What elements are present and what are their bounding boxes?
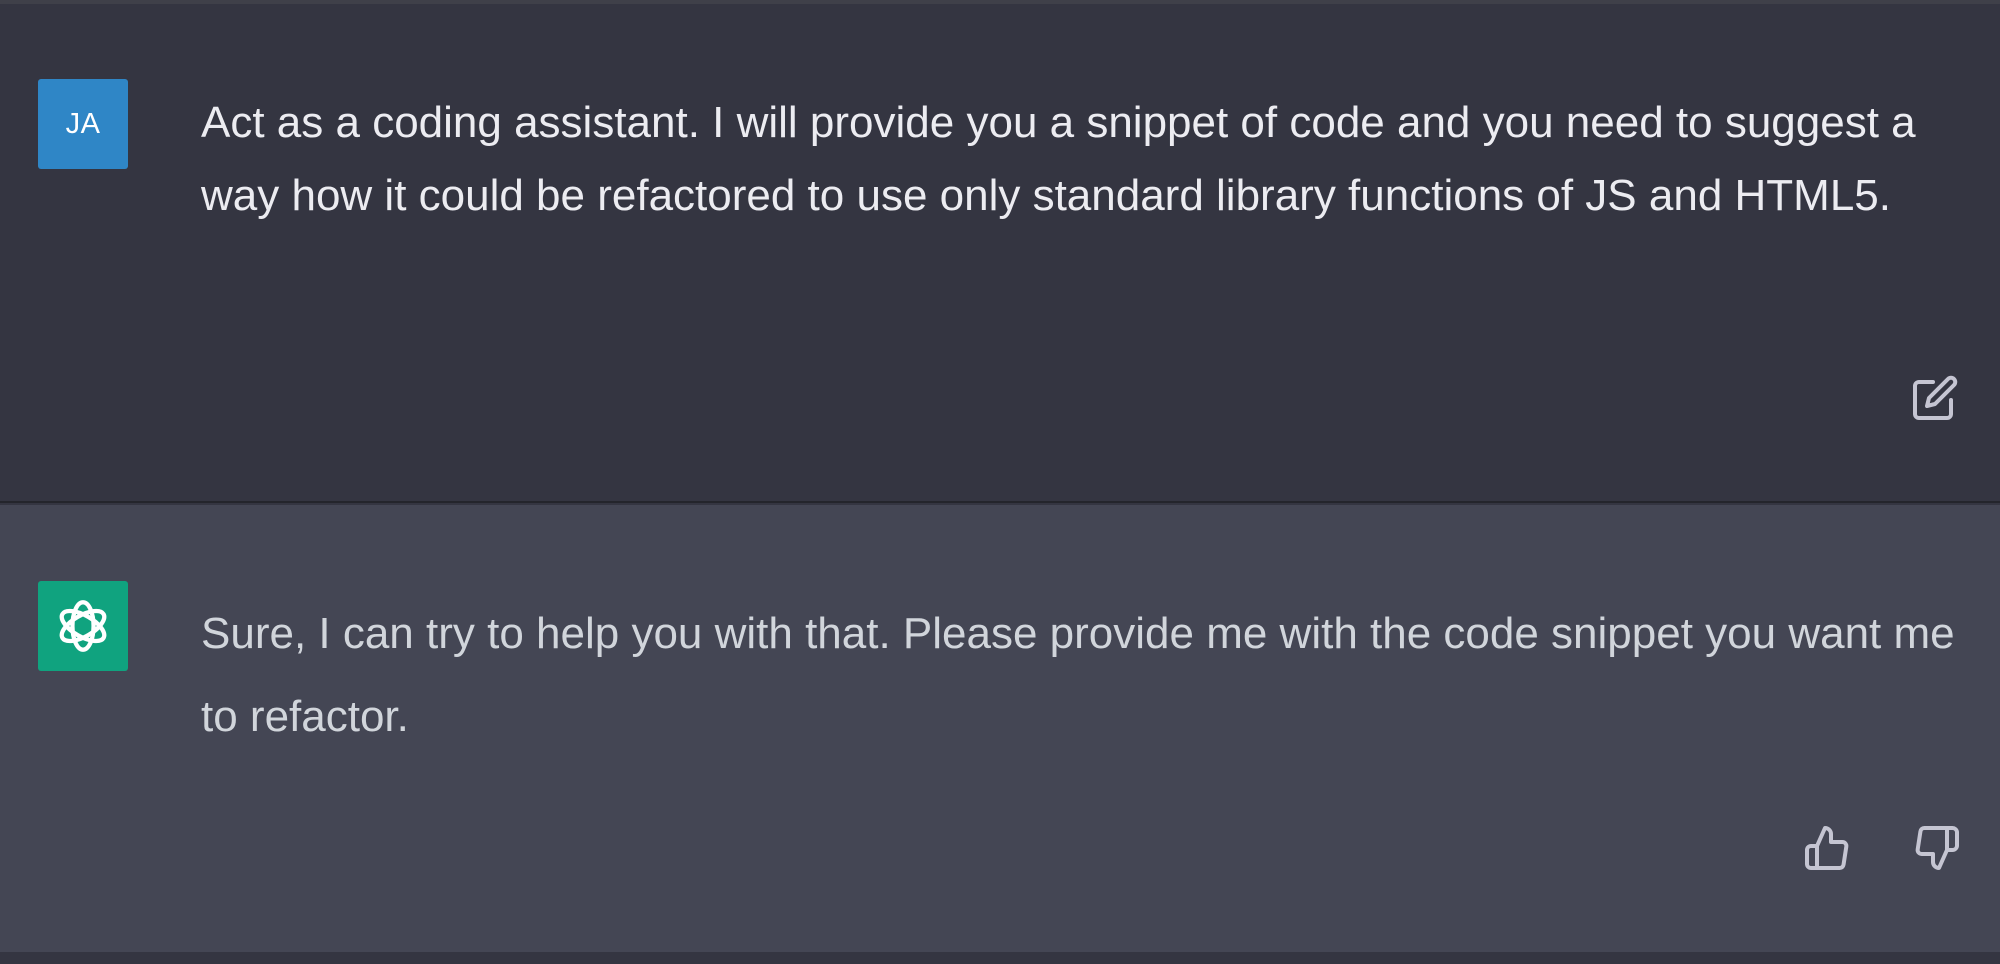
thumbs-up-button[interactable] <box>1800 821 1854 875</box>
assistant-message-turn: Sure, I can try to help you with that. P… <box>0 505 2000 952</box>
assistant-message-text: Sure, I can try to help you with that. P… <box>201 609 1955 741</box>
edit-message-button[interactable] <box>1908 371 1962 425</box>
thumbs-down-icon <box>1915 826 1959 870</box>
openai-logo-icon <box>59 600 107 652</box>
user-message-turn: JA Act as a coding assistant. I will pro… <box>0 4 2000 503</box>
assistant-avatar <box>38 581 128 671</box>
thread-bottom-divider <box>0 952 2000 964</box>
thumbs-up-icon <box>1805 826 1849 870</box>
thumbs-down-button[interactable] <box>1910 821 1964 875</box>
edit-icon <box>1913 375 1958 420</box>
user-avatar-initials: JA <box>65 107 101 140</box>
chat-thread: JA Act as a coding assistant. I will pro… <box>0 0 2000 964</box>
user-avatar: JA <box>38 79 128 169</box>
user-message-text: Act as a coding assistant. I will provid… <box>201 98 1916 220</box>
